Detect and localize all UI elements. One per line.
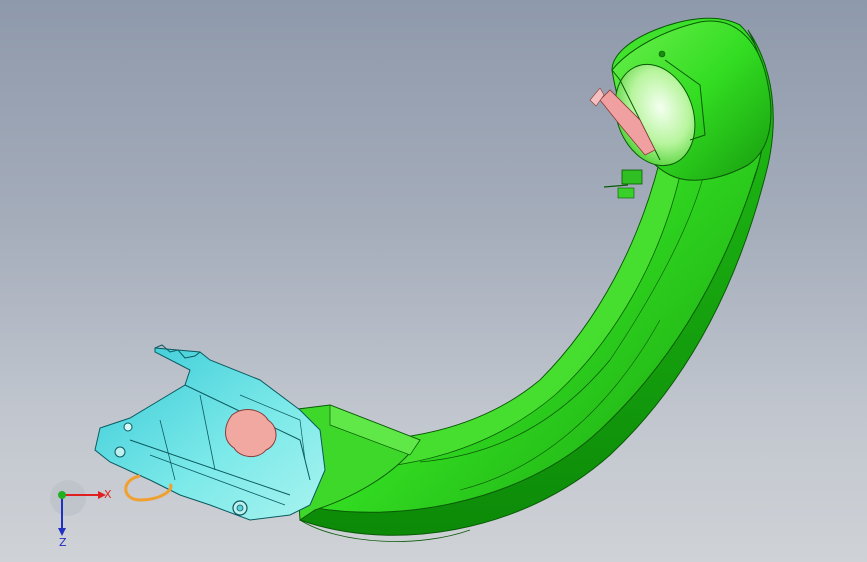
y-axis-dot-icon bbox=[58, 491, 66, 499]
z-axis-arrow-icon bbox=[58, 528, 66, 536]
mouthpiece-assembly[interactable] bbox=[94, 344, 326, 521]
orientation-triad: X Z bbox=[50, 480, 112, 549]
model-canvas[interactable] bbox=[0, 0, 867, 562]
bracket-part[interactable] bbox=[621, 169, 643, 185]
x-axis-label: X bbox=[104, 488, 112, 501]
z-axis-label: Z bbox=[59, 536, 67, 549]
3d-viewport[interactable]: X Z bbox=[0, 0, 867, 562]
